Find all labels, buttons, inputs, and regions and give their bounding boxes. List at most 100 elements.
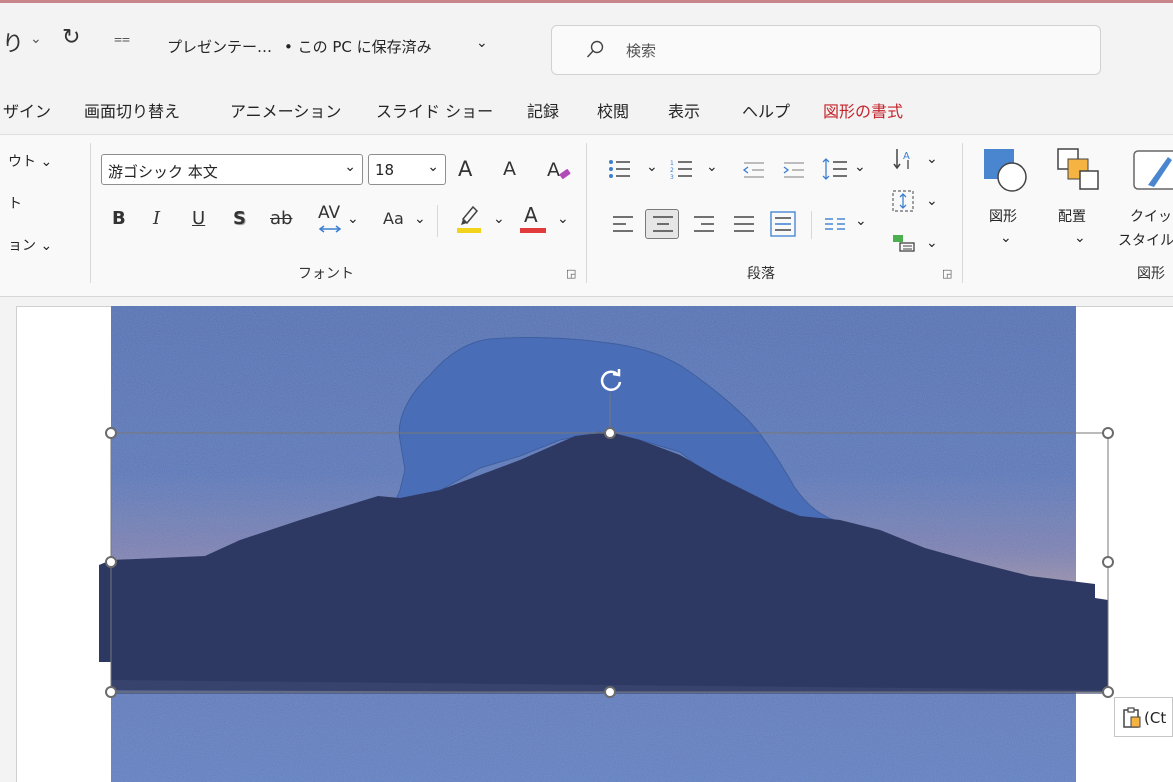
tab-help[interactable]: ヘルプ [742,98,790,122]
bullets-icon[interactable] [608,159,632,179]
line-spacing-icon[interactable] [822,157,848,181]
group-divider [586,143,587,283]
clipboard-icon [1123,707,1141,728]
chevron-down-icon[interactable]: ⌄ [706,159,718,175]
font-size-value: 18 [375,161,395,179]
underline-button[interactable]: U [192,210,205,228]
tab-review[interactable]: 校閲 [597,98,629,122]
font-dialog-launcher-icon[interactable]: ◲ [566,267,576,280]
save-status-chevron-icon[interactable]: ⌄ [476,35,488,51]
rotate-handle-icon[interactable] [597,366,625,394]
quick-styles-icon[interactable] [1132,147,1173,193]
resize-handle-bottom-right[interactable] [1102,686,1114,698]
redo-button[interactable]: ↻ [62,25,80,50]
font-color-button[interactable]: A [524,205,538,225]
chevron-down-icon[interactable]: ⌄ [926,151,938,167]
strikethrough-button[interactable]: ab [270,210,292,228]
undo-button[interactable]: り [2,26,24,58]
columns-icon[interactable] [824,217,846,231]
font-color-swatch [520,228,546,233]
tab-animations[interactable]: アニメーション [230,98,341,122]
change-case-button[interactable]: Aa [383,211,404,227]
chevron-down-icon[interactable]: ⌄ [347,211,359,227]
align-left-icon[interactable] [612,215,634,233]
smartart-convert-icon[interactable] [892,233,916,253]
clear-formatting-icon[interactable]: A [546,157,574,185]
chevron-down-icon[interactable]: ⌄ [557,211,569,227]
svg-text:A: A [547,159,560,181]
grow-font-button[interactable]: A [458,159,472,180]
align-right-icon[interactable] [693,215,715,233]
document-title[interactable]: プレゼンテー… [167,36,272,57]
font-group-label: フォント [298,266,354,282]
group-divider [90,143,91,283]
resize-handle-bottom[interactable] [604,686,616,698]
chevron-down-icon: ⌄ [427,159,439,175]
tab-record[interactable]: 記録 [527,98,559,122]
chevron-down-icon[interactable]: ⌄ [854,159,866,175]
group-divider [962,143,963,283]
resize-handle-bottom-left[interactable] [105,686,117,698]
arrange-label[interactable]: 配置 [1058,206,1086,226]
bold-button[interactable]: B [112,210,126,228]
resize-handle-left[interactable] [105,556,117,568]
title-bar: り ⌄ ↻ ⩵ プレゼンテー… • この PC に保存済み ⌄ 検索 [0,3,1173,84]
save-status[interactable]: • この PC に保存済み [284,36,432,57]
tab-transitions[interactable]: 画面切り替え [84,98,180,122]
chevron-down-icon[interactable]: ⌄ [1000,230,1012,246]
highlighter-icon[interactable] [455,201,483,235]
undo-dropdown-icon[interactable]: ⌄ [30,31,42,47]
svg-text:A: A [903,151,910,162]
shrink-font-button[interactable]: A [503,160,516,179]
reset-button[interactable]: ト [8,193,22,213]
arrange-icon[interactable] [1056,147,1102,193]
divider [437,205,438,237]
increase-indent-icon[interactable] [782,161,806,179]
chevron-down-icon[interactable]: ⌄ [493,211,505,227]
chevron-down-icon[interactable]: ⌄ [414,211,426,227]
text-direction-icon[interactable]: A [892,147,916,171]
quick-styles-label-line1[interactable]: クイッ [1130,206,1172,226]
tab-slideshow[interactable]: スライド ショー [376,98,493,122]
tab-shape-format[interactable]: 図形の書式 [823,98,903,122]
shapes-label[interactable]: 図形 [989,206,1017,226]
search-box[interactable]: 検索 [551,25,1101,75]
distributed-icon[interactable] [770,211,796,237]
chevron-down-icon[interactable]: ⌄ [646,159,658,175]
chevron-down-icon[interactable]: ⌄ [855,213,867,229]
font-size-combo[interactable]: 18 ⌄ [368,154,446,185]
tab-view[interactable]: 表示 [668,98,700,122]
ribbon: ウト ⌄ ト ョン ⌄ 游ゴシック 本文 ⌄ 18 ⌄ A A A B I U … [0,134,1173,297]
resize-handle-top-left[interactable] [105,427,117,439]
divider [811,211,812,239]
svg-text:3: 3 [670,174,674,179]
paragraph-group-label: 段落 [747,266,775,282]
quick-styles-label-line2[interactable]: スタイル [1118,230,1173,250]
text-shadow-button[interactable]: S [233,210,246,228]
chevron-down-icon[interactable]: ⌄ [926,193,938,209]
decrease-indent-icon[interactable] [742,161,766,179]
align-center-icon [653,216,673,232]
shapes-icon[interactable] [982,147,1028,193]
paste-options-button[interactable]: (Ct [1114,697,1173,737]
resize-handle-right[interactable] [1102,556,1114,568]
resize-handle-top[interactable] [604,427,616,439]
italic-button[interactable]: I [153,210,160,228]
chevron-down-icon: ⌄ [344,159,356,175]
chevron-down-icon[interactable]: ⌄ [926,235,938,251]
align-center-button[interactable] [645,209,679,239]
section-button[interactable]: ョン ⌄ [8,235,52,255]
char-spacing-button[interactable]: AV [318,205,340,222]
customize-qat-icon[interactable]: ⩵ [114,31,130,47]
numbering-icon[interactable]: 1 2 3 [670,159,694,179]
resize-handle-top-right[interactable] [1102,427,1114,439]
tab-design[interactable]: ザイン [3,98,51,122]
chevron-down-icon[interactable]: ⌄ [1074,230,1086,246]
align-text-icon[interactable] [892,190,914,212]
font-name-combo[interactable]: 游ゴシック 本文 ⌄ [101,154,363,185]
paragraph-dialog-launcher-icon[interactable]: ◲ [942,267,952,280]
svg-text:2: 2 [670,167,674,174]
layout-button[interactable]: ウト ⌄ [8,151,52,171]
slide-artwork [99,306,1109,782]
justify-icon[interactable] [733,215,755,233]
